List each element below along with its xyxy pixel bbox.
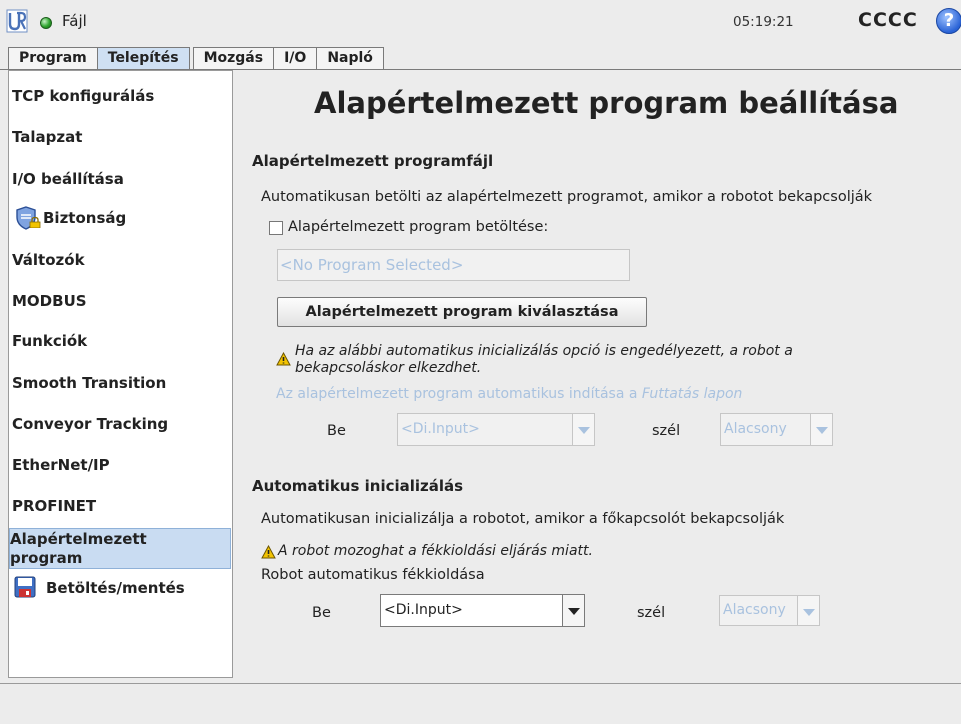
tab-log[interactable]: Napló [316, 47, 384, 69]
sidebar-item-features[interactable]: Funkciók [12, 332, 231, 350]
sidebar-item-load-save[interactable]: Betöltés/mentés [12, 576, 231, 602]
warning-icon [261, 545, 276, 559]
autostart-edge-select: Alacsony [720, 413, 833, 446]
sidebar-item-label: Funkciók [12, 332, 88, 350]
tab-move[interactable]: Mozgás [192, 47, 275, 69]
warning-icon [276, 352, 291, 366]
installation-sidebar: TCP konfigurálás Talapzat I/O beállítása… [8, 70, 233, 678]
brake-edge-value: Alacsony [723, 602, 786, 618]
sidebar-item-default-program[interactable]: Alapértelmezett program [9, 528, 231, 569]
default-file-heading: Alapértelmezett programfájl [252, 152, 494, 170]
brake-release-label: Robot automatikus fékkioldása [261, 567, 485, 583]
sidebar-item-label: Biztonság [43, 209, 127, 227]
chevron-down-icon [797, 596, 819, 625]
autostart-edge-value: Alacsony [724, 421, 787, 437]
brake-input-select[interactable]: <Di.Input> [380, 594, 585, 627]
robot-name: CCCC [858, 9, 918, 31]
auto-init-heading: Automatikus inicializálás [252, 477, 464, 495]
sidebar-item-tcp[interactable]: TCP konfigurálás [12, 87, 231, 105]
file-menu[interactable]: Fájl [62, 12, 87, 30]
sidebar-item-label: EtherNet/IP [12, 456, 110, 474]
main-panel: Alapértelmezett program beállítása Alapé… [233, 70, 961, 678]
autostart-edge-label: szél [652, 423, 681, 439]
sidebar-item-label: Változók [12, 251, 85, 269]
warning-text-line2: bekapcsoláskor elkezdhet. [295, 360, 482, 376]
brake-edge-label: szél [637, 605, 666, 621]
sidebar-item-label: MODBUS [12, 292, 87, 310]
auto-init-description: Automatikusan inicializálja a robotot, a… [261, 511, 785, 527]
help-icon[interactable]: ? [936, 8, 961, 34]
floppy-disk-icon [14, 576, 36, 598]
footer-divider [0, 683, 961, 684]
sidebar-item-label: I/O beállítása [12, 170, 124, 188]
robot-status-icon [40, 17, 52, 29]
autostart-input-select: <Di.Input> [397, 413, 595, 446]
sidebar-item-variables[interactable]: Változók [12, 251, 231, 269]
brake-input-value: <Di.Input> [384, 602, 463, 618]
sidebar-item-label: Smooth Transition [12, 374, 167, 392]
load-default-program-label: Alapértelmezett program betöltése: [288, 219, 549, 235]
load-default-program-checkbox[interactable] [269, 221, 283, 235]
lock-icon [29, 217, 41, 228]
chevron-down-icon[interactable] [562, 595, 584, 626]
ur-logo-icon [6, 9, 28, 33]
auto-init-warning: A robot mozoghat a fékkioldási eljárás m… [278, 543, 593, 559]
brake-be-label: Be [312, 605, 331, 621]
sidebar-item-conveyor-tracking[interactable]: Conveyor Tracking [12, 415, 231, 433]
sidebar-item-ethernet-ip[interactable]: EtherNet/IP [12, 456, 231, 474]
default-file-description: Automatikusan betölti az alapértelmezett… [261, 189, 873, 205]
sidebar-item-label: Talapzat [12, 128, 83, 146]
sidebar-item-profinet[interactable]: PROFINET [12, 497, 231, 515]
autostart-be-label: Be [327, 423, 346, 439]
sidebar-item-mounting[interactable]: Talapzat [12, 128, 231, 146]
tab-program[interactable]: Program [8, 47, 98, 69]
sidebar-item-smooth-transition[interactable]: Smooth Transition [12, 374, 231, 392]
sidebar-item-label: Alapértelmezett program [10, 530, 147, 567]
autostart-input-value: <Di.Input> [401, 421, 480, 437]
select-default-program-button[interactable]: Alapértelmezett program kiválasztása [277, 297, 647, 327]
chevron-down-icon [810, 414, 832, 445]
sidebar-item-label: TCP konfigurálás [12, 87, 155, 105]
brake-edge-select: Alacsony [719, 595, 820, 626]
run-tab-link: Futtatás lapon [641, 386, 743, 402]
page-title: Alapértelmezett program beállítása [314, 86, 899, 120]
main-tabs: Program Telepítés Mozgás I/O Napló [8, 47, 384, 69]
autostart-label: Az alapértelmezett program automatikus i… [276, 386, 642, 402]
chevron-down-icon [572, 414, 594, 445]
tab-io[interactable]: I/O [273, 47, 318, 69]
sidebar-item-modbus[interactable]: MODBUS [12, 292, 231, 310]
sidebar-item-label: Conveyor Tracking [12, 415, 169, 433]
sidebar-item-safety[interactable]: Biztonság [12, 206, 231, 234]
top-bar: Fájl 05:19:21 CCCC ? [0, 0, 961, 44]
clock: 05:19:21 [733, 14, 794, 30]
warning-text-line1: Ha az alábbi automatikus inicializálás o… [295, 343, 793, 359]
default-program-field: <No Program Selected> [277, 249, 630, 281]
sidebar-item-label: PROFINET [12, 497, 97, 515]
tab-installation[interactable]: Telepítés [96, 47, 190, 69]
sidebar-item-io-setup[interactable]: I/O beállítása [12, 170, 231, 188]
sidebar-item-label: Betöltés/mentés [46, 579, 185, 597]
autostart-text: Az alapértelmezett program automatikus i… [276, 386, 742, 402]
